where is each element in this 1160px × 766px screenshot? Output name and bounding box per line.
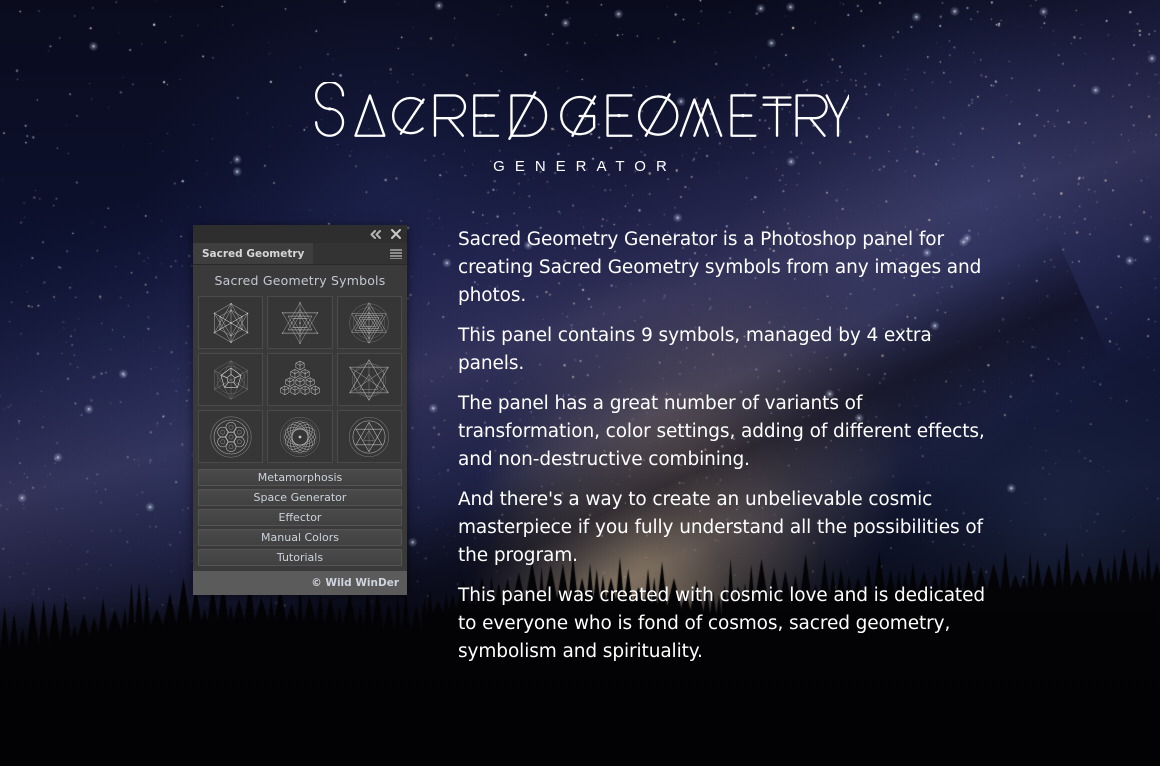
tab-label: Sacred Geometry — [202, 247, 305, 260]
symbol-grid — [193, 296, 407, 463]
symbol-dodecahedron[interactable] — [198, 353, 264, 406]
section-title: Sacred Geometry Symbols — [193, 265, 407, 296]
sacred-geometry-panel: Sacred Geometry Sacred Geometry Symbols — [193, 225, 407, 595]
panel-body: Sacred Geometry Symbols Metamorphosis Sp… — [193, 265, 407, 571]
symbol-star-of-david[interactable] — [336, 410, 402, 463]
description-paragraph: The panel has a great number of variants… — [458, 393, 985, 470]
panel-tabbar: Sacred Geometry — [193, 243, 407, 265]
copyright-label: © Wild WinDer — [311, 577, 399, 589]
symbol-metatrons-cube[interactable] — [198, 296, 264, 349]
symbol-cube-pyramid[interactable] — [267, 353, 333, 406]
hamburger-menu-icon[interactable] — [385, 243, 407, 264]
panel-button-list: Metamorphosis Space Generator Effector M… — [193, 463, 407, 571]
close-icon[interactable] — [391, 229, 401, 239]
symbol-sri-yantra-lattice[interactable] — [267, 296, 333, 349]
tab-sacred-geometry[interactable]: Sacred Geometry — [193, 243, 314, 264]
panel-titlebar — [193, 225, 407, 243]
double-chevron-left-icon[interactable] — [370, 229, 382, 239]
button-manual-colors[interactable]: Manual Colors — [198, 529, 402, 546]
symbol-sri-yantra-circle[interactable] — [336, 296, 402, 349]
description-paragraph: This panel was created with cosmic love … — [458, 585, 986, 662]
symbol-flower-rosette[interactable] — [267, 410, 333, 463]
button-space-generator[interactable]: Space Generator — [198, 489, 402, 506]
description-paragraph: And there's a way to create an unbelieva… — [458, 489, 983, 566]
tabbar-spacer — [313, 243, 385, 264]
description-paragraph: This panel contains 9 symbols, managed b… — [458, 325, 932, 374]
symbol-seed-of-life[interactable] — [198, 410, 264, 463]
description-text: Sacred Geometry Generator is a Photoshop… — [458, 226, 1003, 666]
symbol-merkaba-star-tetrahedron[interactable] — [336, 353, 402, 406]
button-tutorials[interactable]: Tutorials — [198, 549, 402, 566]
button-effector[interactable]: Effector — [198, 509, 402, 526]
description-paragraph: Sacred Geometry Generator is a Photoshop… — [458, 229, 982, 306]
button-metamorphosis[interactable]: Metamorphosis — [198, 469, 402, 486]
panel-footer: © Wild WinDer — [193, 571, 407, 595]
